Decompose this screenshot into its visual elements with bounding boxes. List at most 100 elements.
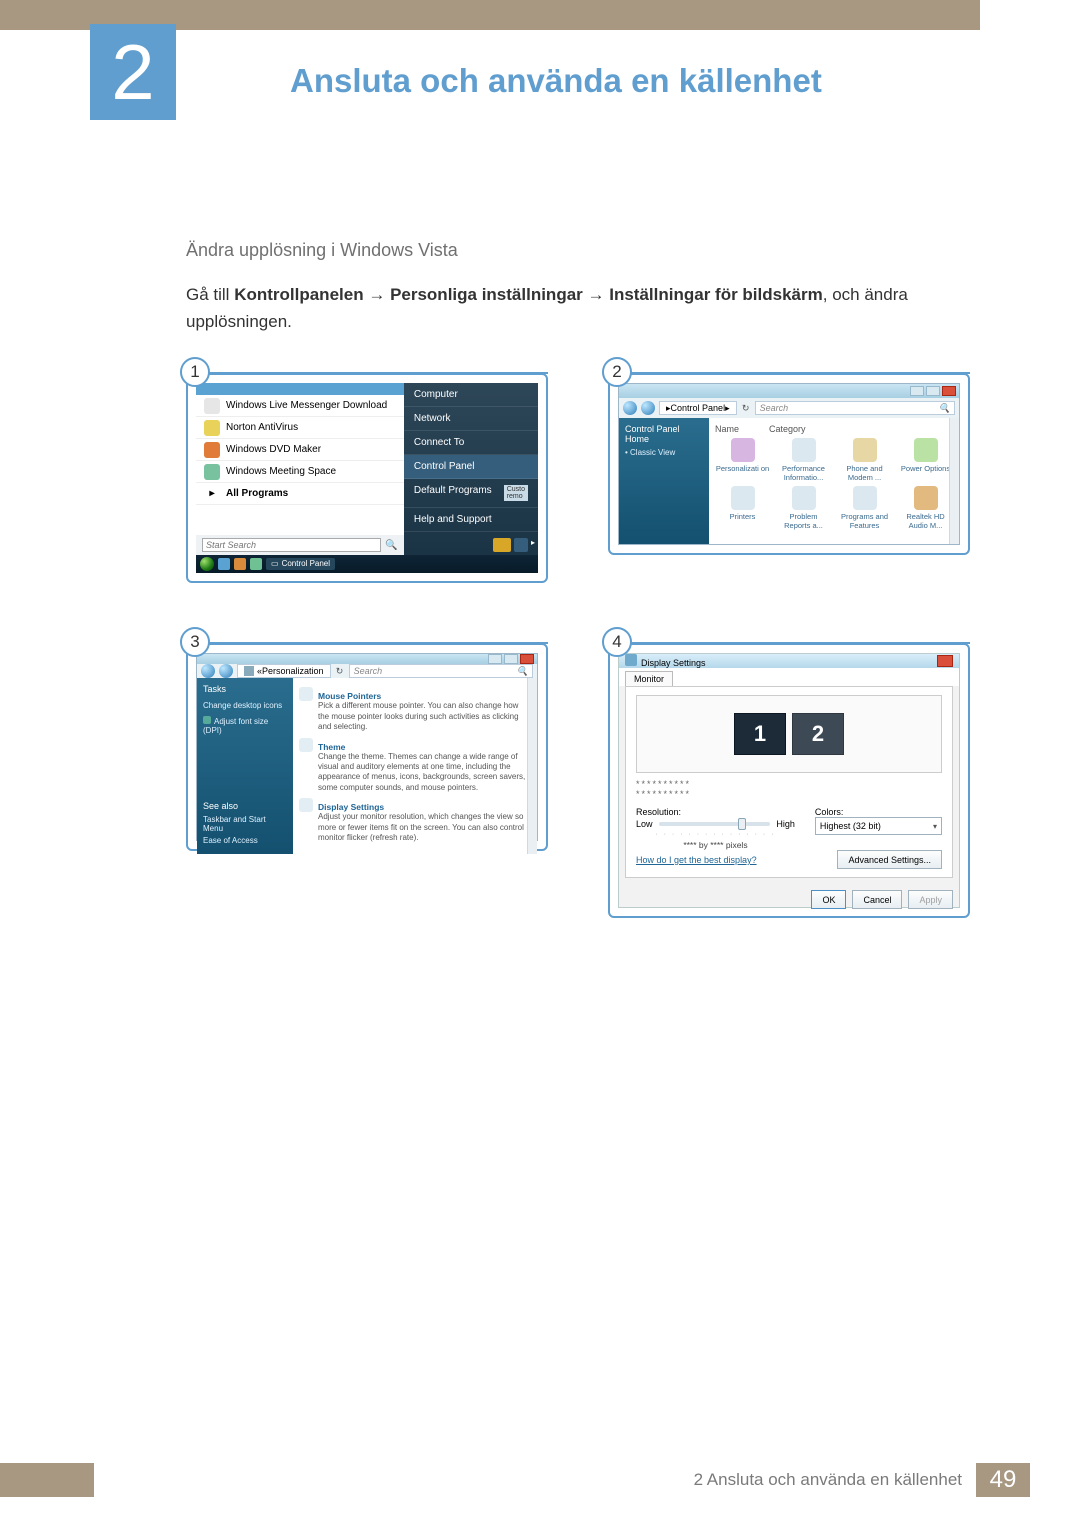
cp-item[interactable]: Printers <box>715 486 770 530</box>
right-item[interactable]: Help and Support <box>404 508 538 532</box>
all-programs[interactable]: ▸All Programs <box>196 483 404 505</box>
cancel-button[interactable]: Cancel <box>852 890 902 909</box>
badge-rule <box>208 642 548 644</box>
start-item[interactable]: Windows Meeting Space <box>196 461 404 483</box>
cp-item[interactable]: Performance Informatio... <box>776 438 831 482</box>
power-icon[interactable] <box>493 538 511 552</box>
right-item[interactable]: Network <box>404 407 538 431</box>
back-button[interactable] <box>623 401 637 415</box>
search-field[interactable]: Search🔍 <box>349 664 533 678</box>
taskbar-icon[interactable] <box>234 558 246 570</box>
start-search-input[interactable] <box>202 538 381 552</box>
start-orb-icon[interactable] <box>200 557 214 571</box>
monitor-arrangement[interactable]: 1 2 <box>636 695 942 773</box>
controls-row: Resolution: Low High · · · · · · · · · ·… <box>636 807 942 850</box>
cp-item[interactable]: Power Options <box>898 438 953 482</box>
start-item-label: Windows DVD Maker <box>226 444 321 455</box>
monitor-1[interactable]: 1 <box>734 713 786 755</box>
advanced-settings-button[interactable]: Advanced Settings... <box>837 850 942 869</box>
badge-rule <box>630 372 970 374</box>
tab-monitor[interactable]: Monitor <box>625 671 673 686</box>
help-link[interactable]: How do I get the best display? <box>636 855 757 865</box>
forward-button[interactable] <box>641 401 655 415</box>
sidebar-link[interactable]: Change desktop icons <box>203 701 287 710</box>
apply-button[interactable]: Apply <box>908 890 953 909</box>
personalization-item[interactable]: Display Settings Adjust your monitor res… <box>299 798 531 845</box>
dialog-buttons: OK Cancel Apply <box>619 884 959 915</box>
slider-thumb[interactable] <box>738 818 746 830</box>
window-control-panel: ▸ Control Panel ▸ ↻ Search🔍 Control Pane… <box>618 383 960 545</box>
tooltip-fragment: Custo remo <box>504 485 528 501</box>
minimize-button[interactable] <box>910 386 924 396</box>
taskbar: ▭Control Panel <box>196 555 538 573</box>
ok-button[interactable]: OK <box>811 890 846 909</box>
sidebar-link[interactable]: Adjust font size (DPI) <box>203 716 287 735</box>
display-icon <box>625 654 637 666</box>
cp-item[interactable]: Phone and Modem ... <box>837 438 892 482</box>
page-footer: 2 Ansluta och använda en källenhet 49 <box>0 1463 1080 1497</box>
sidebar-link[interactable]: • Classic View <box>625 448 703 457</box>
maximize-button[interactable] <box>504 654 518 664</box>
search-field[interactable]: Search🔍 <box>755 401 955 415</box>
resolution-slider[interactable] <box>659 822 771 826</box>
scrollbar[interactable] <box>527 678 537 854</box>
intro-prefix: Gå till <box>186 285 234 304</box>
start-item[interactable]: Windows Live Messenger Download <box>196 395 404 417</box>
path-part-1: Personliga inställningar <box>390 285 604 304</box>
start-item[interactable]: Windows DVD Maker <box>196 439 404 461</box>
right-item[interactable]: Computer <box>404 383 538 407</box>
cp-item[interactable]: Programs and Features <box>837 486 892 530</box>
badge-rule <box>208 372 548 374</box>
chapter-number: 2 <box>111 27 154 118</box>
main-pane: Name Category Personalizati on Performan… <box>709 418 959 544</box>
titlebar: Display Settings <box>619 654 959 668</box>
all-programs-label: All Programs <box>226 488 288 499</box>
right-item[interactable]: Default ProgramsCusto remo <box>404 479 538 508</box>
personalization-item[interactable]: Mouse Pointers Pick a different mouse po… <box>299 687 531 734</box>
taskbar-button[interactable]: ▭Control Panel <box>266 558 335 570</box>
start-item[interactable]: Norton AntiVirus <box>196 417 404 439</box>
sidebar: Tasks Change desktop icons Adjust font s… <box>197 678 293 854</box>
cp-item[interactable]: Personalizati on <box>715 438 770 482</box>
col-name[interactable]: Name <box>715 424 739 434</box>
chevron-right-icon[interactable]: ▸ <box>531 538 535 552</box>
forward-button[interactable] <box>219 664 233 678</box>
close-button[interactable] <box>942 386 956 396</box>
advanced-row: How do I get the best display? Advanced … <box>636 850 942 869</box>
window-body: Tasks Change desktop icons Adjust font s… <box>197 678 537 854</box>
close-button[interactable] <box>937 655 953 667</box>
right-item-control-panel[interactable]: Control Panel <box>404 455 538 479</box>
colors-dropdown[interactable]: Highest (32 bit) ▾ <box>815 817 942 835</box>
monitor-name-line2: ********** <box>636 789 942 799</box>
chapter-number-box: 2 <box>90 24 176 120</box>
sidebar-link[interactable]: Ease of Access <box>203 836 287 845</box>
back-button[interactable] <box>201 664 215 678</box>
right-item[interactable]: Connect To <box>404 431 538 455</box>
address-bar: « Personalization ↻ Search🔍 <box>197 664 537 678</box>
left-gutter: 2 <box>0 30 90 100</box>
minimize-button[interactable] <box>488 654 502 664</box>
cp-item[interactable]: Realtek HD Audio M... <box>898 486 953 530</box>
titlebar <box>197 654 537 664</box>
taskbar-button-label: Control Panel <box>282 559 330 568</box>
cp-item-label: Realtek HD Audio M... <box>898 512 953 530</box>
cp-item[interactable]: Problem Reports a... <box>776 486 831 530</box>
close-button[interactable] <box>520 654 534 664</box>
shield-icon <box>203 716 211 724</box>
scrollbar[interactable] <box>949 418 959 544</box>
refresh-icon[interactable]: ↻ <box>335 666 345 677</box>
monitor-2[interactable]: 2 <box>792 713 844 755</box>
personalization-item[interactable]: Theme Change the theme. Themes can chang… <box>299 738 531 796</box>
breadcrumb[interactable]: ▸ Control Panel ▸ <box>659 401 737 415</box>
window-personalization: « Personalization ↻ Search🔍 Tasks Change… <box>196 653 538 841</box>
col-category[interactable]: Category <box>769 424 806 434</box>
cp-item-label: Performance Informatio... <box>776 464 831 482</box>
taskbar-icon[interactable] <box>250 558 262 570</box>
sidebar-link[interactable]: Taskbar and Start Menu <box>203 815 287 833</box>
maximize-button[interactable] <box>926 386 940 396</box>
item-title: Display Settings <box>318 802 531 812</box>
refresh-icon[interactable]: ↻ <box>741 403 751 414</box>
breadcrumb[interactable]: « Personalization <box>237 664 331 678</box>
lock-icon[interactable] <box>514 538 528 552</box>
taskbar-icon[interactable] <box>218 558 230 570</box>
